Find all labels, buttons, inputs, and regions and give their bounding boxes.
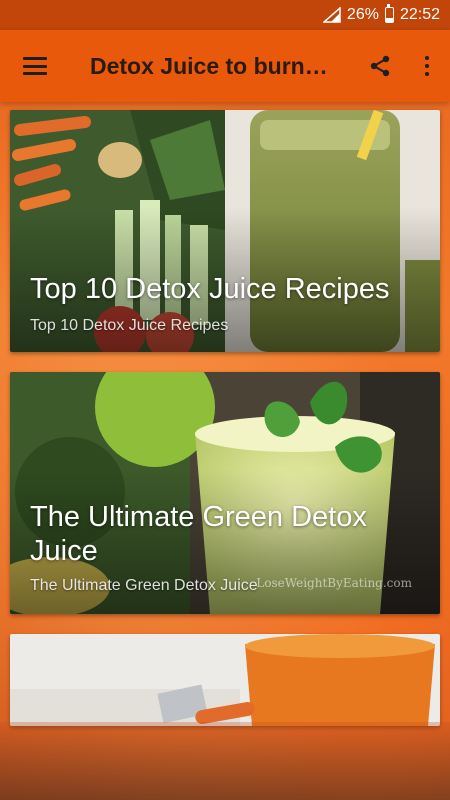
card-subtitle: Top 10 Detox Juice Recipes — [30, 317, 229, 334]
share-icon — [370, 55, 390, 77]
recipe-image — [10, 634, 440, 726]
menu-icon — [23, 57, 47, 75]
app-bar: Detox Juice to burn… — [0, 30, 450, 102]
recipe-card[interactable] — [10, 634, 440, 726]
card-title: Top 10 Detox Juice Recipes — [30, 273, 390, 305]
card-title: The Ultimate Green Detox Juice — [30, 501, 367, 567]
status-time: 22:52 — [399, 6, 440, 23]
battery-percent: 26% — [346, 6, 379, 23]
menu-button[interactable] — [0, 30, 70, 102]
status-bar: 26% 22:52 — [0, 0, 450, 30]
bottom-fade — [0, 722, 450, 800]
image-watermark: LoseWeightByEating.com — [256, 576, 412, 590]
app-title: Detox Juice to burn… — [90, 52, 328, 79]
recipe-card[interactable]: Top 10 Detox Juice Recipes Top 10 Detox … — [10, 110, 440, 352]
signal-icon — [322, 7, 341, 23]
battery-icon — [384, 4, 394, 23]
recipe-card[interactable]: The Ultimate Green Detox Juice The Ultim… — [10, 372, 440, 614]
share-button[interactable] — [356, 30, 404, 102]
more-vert-icon — [425, 56, 429, 76]
more-options-button[interactable] — [404, 30, 450, 102]
